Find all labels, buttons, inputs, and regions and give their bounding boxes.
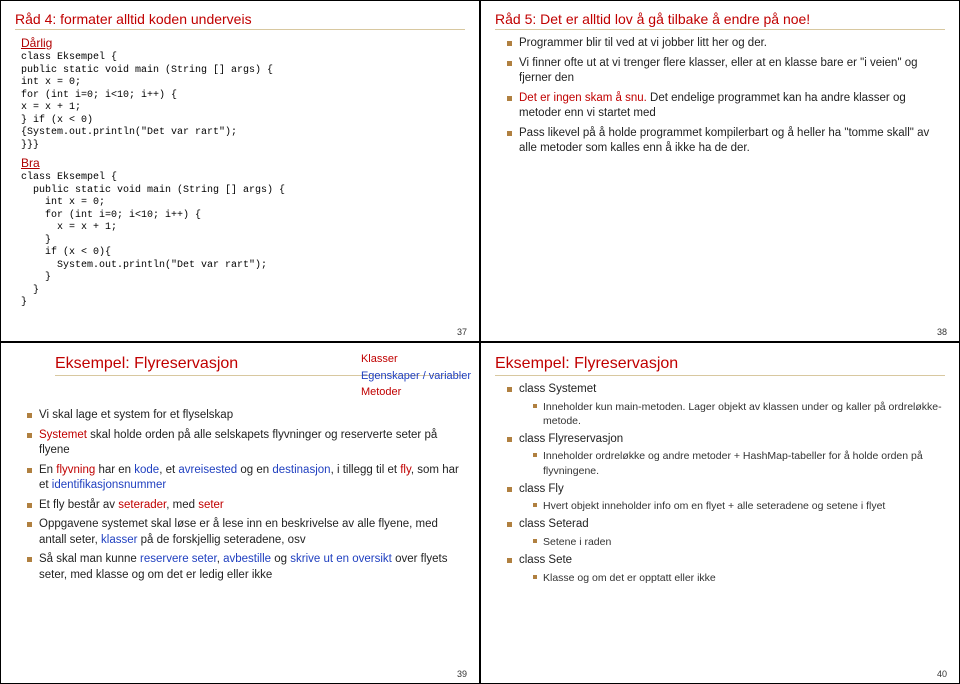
t: Systemet [39,429,87,441]
t: , med [166,499,198,511]
bullet-item: Systemet skal holde orden på alle selska… [27,428,465,459]
t: avreisested [178,464,237,476]
page-number: 37 [457,327,467,337]
bullet-item: Pass likevel på å holde programmet kompi… [507,126,945,157]
t: identifikasjonsnummer [52,479,166,491]
sub-item: Inneholder kun main-metoden. Lager objek… [533,400,945,428]
bullet-item: Oppgavene systemet skal løse er å lese i… [27,517,465,548]
legend-klasser: Klasser [361,351,471,368]
t: destinasjon [272,464,330,476]
bullet-item: class Flyreservasjon Inneholder ordreløk… [507,432,945,478]
bullet-list: class Systemet Inneholder kun main-metod… [495,382,945,585]
bullet-item: En flyvning har en kode, et avreisested … [27,463,465,494]
t: Så skal man kunne [39,553,140,565]
bullet-item: Et fly består av seterader, med seter [27,498,465,514]
t: seterader [118,499,166,511]
bullet-list: Vi skal lage et system for et flyselskap… [15,408,465,583]
bullet-item: Vi finner ofte ut at vi trenger flere kl… [507,56,945,87]
sub-list: Klasse og om det er opptatt eller ikke [519,571,945,585]
t: class Fly [519,483,564,495]
t: og en [237,464,272,476]
bullet-item: Vi skal lage et system for et flyselskap [27,408,465,424]
t: har en [95,464,134,476]
sub-list: Inneholder ordreløkke og andre metoder +… [519,449,945,477]
slide-38: Råd 5: Det er alltid lov å gå tilbake å … [480,0,960,342]
sub-item: Hvert objekt inneholder info om en flyet… [533,499,945,513]
t: class Systemet [519,383,596,395]
slide-title: Eksempel: Flyreservasjon [495,355,945,376]
t: seter [198,499,224,511]
bullet-item: Programmer blir til ved at vi jobber lit… [507,36,945,52]
slide-title: Råd 4: formater alltid koden underveis [15,11,465,30]
sub-item: Setene i raden [533,535,945,549]
t: , et [159,464,178,476]
bullet-item: Det er ingen skam å snu. Det endelige pr… [507,91,945,122]
bullet-item: Så skal man kunne reservere seter, avbes… [27,552,465,583]
page-number: 40 [937,669,947,679]
bullet-item: class Systemet Inneholder kun main-metod… [507,382,945,428]
t: class Seterad [519,518,589,530]
good-label: Bra [21,156,465,170]
t: flyvning [56,464,95,476]
slide-37: Råd 4: formater alltid koden underveis D… [0,0,480,342]
page-number: 38 [937,327,947,337]
t: En [39,464,56,476]
t: fly [400,464,411,476]
sub-list: Inneholder kun main-metoden. Lager objek… [519,400,945,428]
code-bad: class Eksempel { public static void main… [21,52,465,152]
bullet-list: Programmer blir til ved at vi jobber lit… [495,36,945,157]
sub-list: Setene i raden [519,535,945,549]
legend-egenskaper: Egenskaper / variabler [361,368,471,385]
bad-label: Dårlig [21,36,465,50]
slide-39: Eksempel: Flyreservasjon Klasser Egenska… [0,342,480,684]
t: skrive ut en oversikt [290,553,392,565]
t: på de forskjellig seteradene, osv [137,534,305,546]
slide-40: Eksempel: Flyreservasjon class Systemet … [480,342,960,684]
legend-box: Klasser Egenskaper / variabler Metoder [361,351,471,401]
t: class Sete [519,554,572,566]
t: reservere seter [140,553,217,565]
sub-list: Hvert objekt inneholder info om en flyet… [519,499,945,513]
t: Et fly består av [39,499,118,511]
bullet-item: class Sete Klasse og om det er opptatt e… [507,553,945,585]
t: skal holde orden på alle selskapets flyv… [39,429,437,457]
t: kode [134,464,159,476]
t: klasser [101,534,137,546]
t: , i tillegg til et [331,464,401,476]
t: class Flyreservasjon [519,433,623,445]
t: og [271,553,290,565]
sub-item: Inneholder ordreløkke og andre metoder +… [533,449,945,477]
legend-metoder: Metoder [361,384,471,401]
page-grid: Råd 4: formater alltid koden underveis D… [0,0,960,684]
bullet-red: Det er ingen skam å snu. [519,92,647,104]
sub-item: Klasse og om det er opptatt eller ikke [533,571,945,585]
slide-title: Råd 5: Det er alltid lov å gå tilbake å … [495,11,945,30]
t: avbestille [223,553,271,565]
code-good: class Eksempel { public static void main… [21,172,465,310]
page-number: 39 [457,669,467,679]
bullet-item: class Fly Hvert objekt inneholder info o… [507,482,945,514]
bullet-item: class Seterad Setene i raden [507,517,945,549]
